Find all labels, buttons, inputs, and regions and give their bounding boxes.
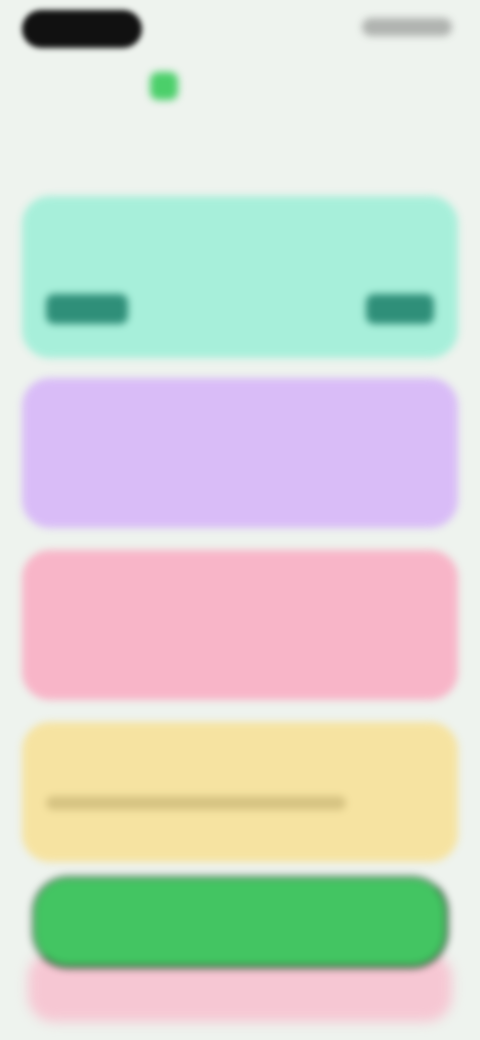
green-card[interactable] (22, 196, 458, 358)
yellow-card-bar (46, 796, 346, 810)
status-pill (22, 10, 142, 48)
primary-action-button[interactable] (32, 876, 448, 968)
brand-icon (150, 72, 178, 100)
brand-logo (150, 68, 188, 104)
yellow-card[interactable] (22, 722, 458, 862)
green-card-chip-left (46, 294, 128, 324)
pink-card[interactable] (22, 550, 458, 700)
green-card-chip-right (366, 294, 434, 324)
status-indicators (362, 18, 452, 36)
purple-card[interactable] (22, 378, 458, 528)
